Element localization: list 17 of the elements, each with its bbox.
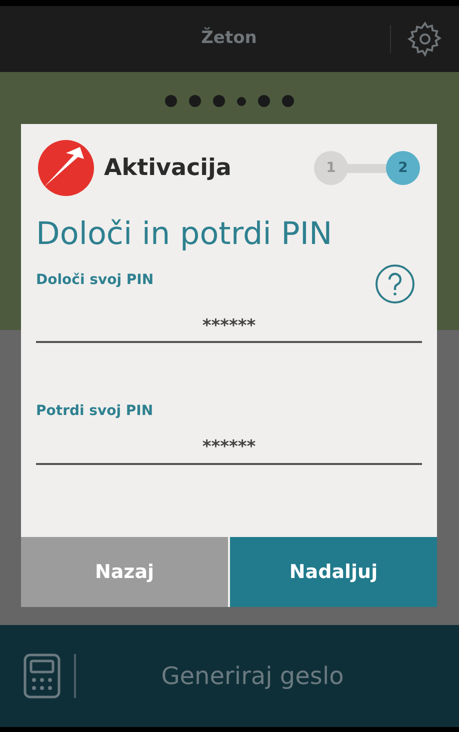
bottom-bar[interactable]: Generiraj geslo [0,625,459,727]
pin-input[interactable]: ****** [36,314,422,344]
settings-icon [407,21,443,57]
continue-button[interactable]: Nadaljuj [230,537,437,607]
dialog-heading: Določi in potrdi PIN [35,215,334,254]
field-label: Določi svoj PIN [36,270,154,290]
pin-input[interactable]: ****** [36,435,422,465]
header-title: Žeton [200,26,258,50]
generate-password-label: Generiraj geslo [160,661,345,692]
dialog-title: Aktivacija [104,154,232,183]
field-label: Potrdi svoj PIN [36,402,154,422]
calculator-icon [23,653,61,699]
back-button[interactable]: Nazaj [21,537,228,607]
step-indicator: 1 [314,151,348,185]
step-indicator: 2 [386,151,420,185]
logo-icon [36,139,96,197]
help-icon[interactable] [375,264,415,304]
